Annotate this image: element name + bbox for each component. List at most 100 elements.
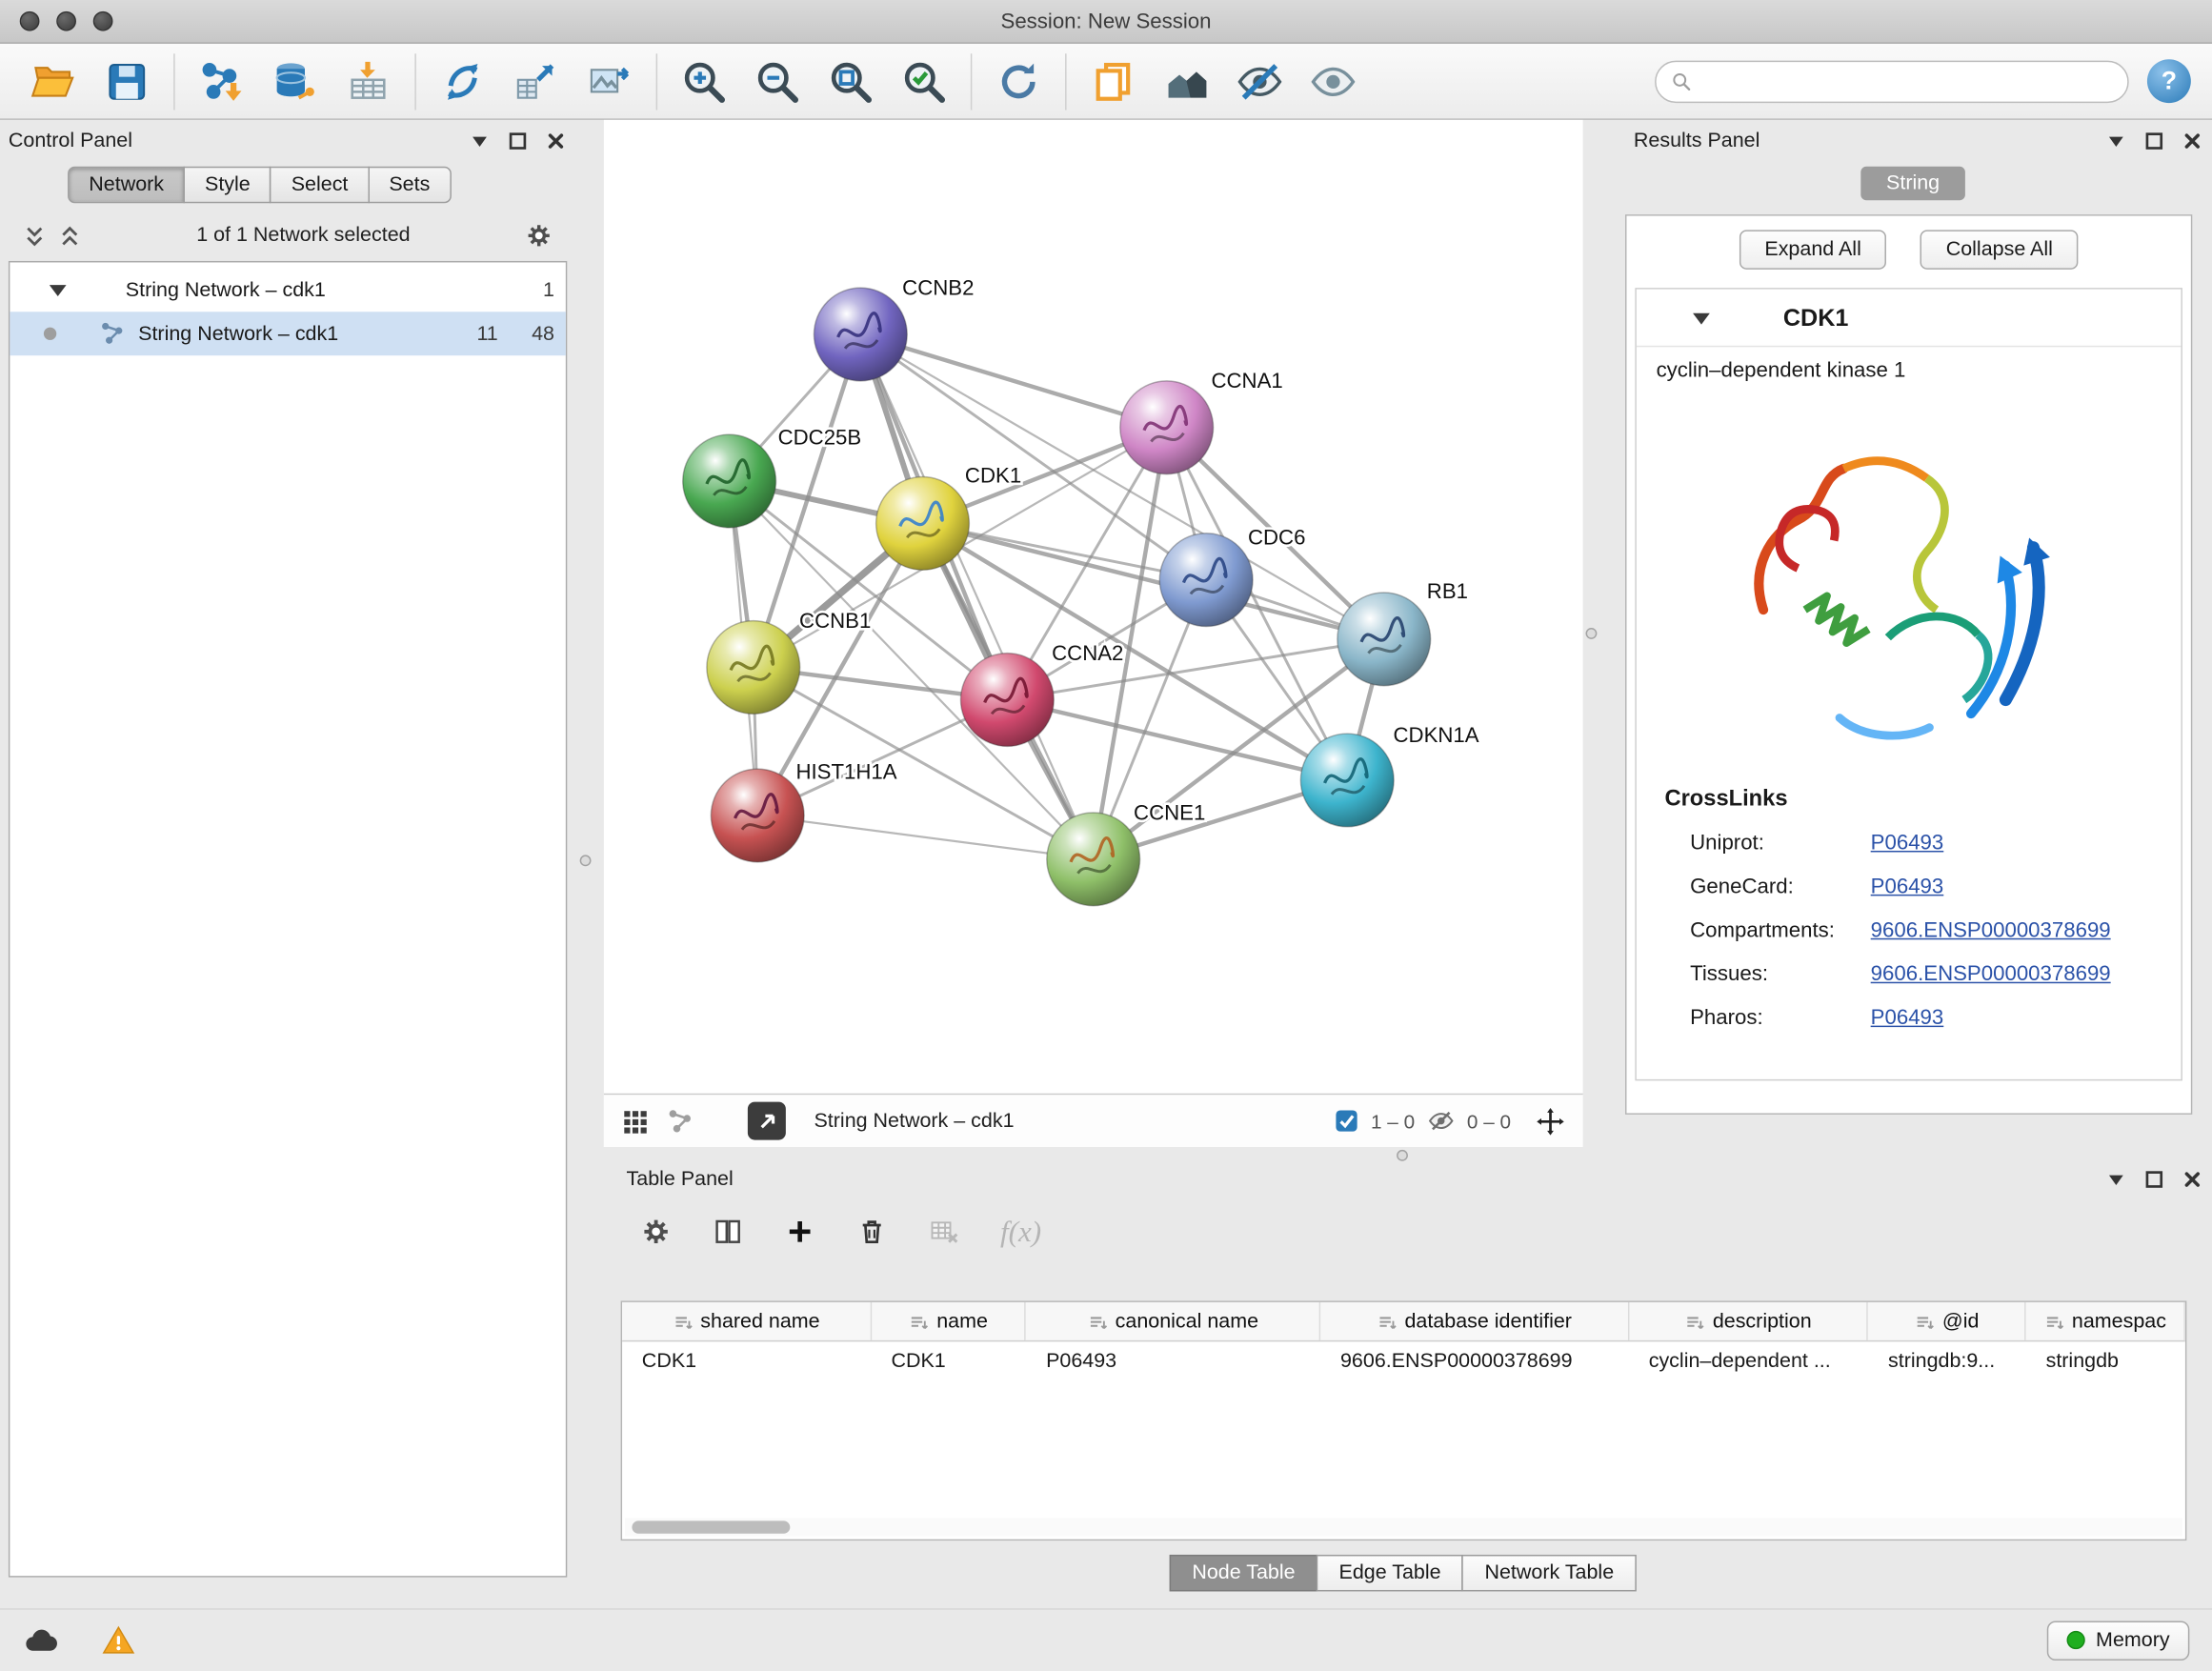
crosslink-value-link[interactable]: P06493: [1871, 875, 1944, 898]
network-node-rb1[interactable]: [1337, 593, 1431, 686]
control-panel-title: Control Panel: [9, 130, 132, 152]
close-window-button[interactable]: [20, 11, 40, 31]
zoom-selected-button[interactable]: [887, 50, 960, 112]
panel-close-icon[interactable]: [545, 130, 568, 152]
column-header-description[interactable]: description: [1629, 1302, 1868, 1340]
gear-icon[interactable]: [525, 222, 553, 251]
crosslink-value-link[interactable]: P06493: [1871, 831, 1944, 855]
cloud-icon[interactable]: [23, 1621, 60, 1659]
import-network-database-button[interactable]: [258, 50, 332, 112]
column-header-name[interactable]: name: [872, 1302, 1027, 1340]
selected-checkbox-icon[interactable]: [1335, 1109, 1358, 1133]
network-node-ccne1[interactable]: [1047, 813, 1140, 906]
help-button[interactable]: ?: [2147, 59, 2191, 103]
add-button[interactable]: [784, 1217, 815, 1248]
eye-button[interactable]: [1297, 50, 1370, 112]
save-session-button[interactable]: [90, 50, 164, 112]
panel-close-icon[interactable]: [2181, 130, 2203, 152]
delete-table-button[interactable]: [928, 1217, 959, 1248]
network-node-ccna1[interactable]: [1120, 381, 1214, 474]
grid-icon[interactable]: [621, 1107, 650, 1136]
import-network-button[interactable]: [185, 50, 258, 112]
column-header-canonical-name[interactable]: canonical name: [1026, 1302, 1320, 1340]
open-window-button[interactable]: [748, 1102, 786, 1140]
crosslink-value-link[interactable]: 9606.ENSP00000378699: [1871, 918, 2111, 942]
right-splitter-grip[interactable]: [1586, 628, 1598, 639]
warning-icon[interactable]: [102, 1623, 136, 1658]
tab-edge-table[interactable]: Edge Table: [1317, 1555, 1463, 1592]
network-from-selection-button[interactable]: [499, 50, 573, 112]
move-icon[interactable]: [1535, 1105, 1566, 1137]
left-splitter-grip[interactable]: [580, 855, 592, 866]
network-node-ccnb2[interactable]: [814, 288, 907, 381]
double-chevron-down-icon[interactable]: [23, 224, 47, 248]
panel-collapse-icon[interactable]: [2105, 130, 2128, 152]
column-header--id[interactable]: @id: [1868, 1302, 2026, 1340]
network-node-ccna2[interactable]: [960, 654, 1054, 747]
hidden-eye-icon[interactable]: [1427, 1108, 1454, 1135]
crosslink-value-link[interactable]: P06493: [1871, 1006, 1944, 1030]
network-node-cdc6[interactable]: [1159, 534, 1253, 627]
columns-button[interactable]: [713, 1217, 744, 1248]
network-edge[interactable]: [757, 815, 1093, 859]
panel-float-icon[interactable]: [2142, 130, 2165, 152]
column-header-namespac[interactable]: namespac: [2026, 1302, 2185, 1340]
tree-expander-icon[interactable]: [50, 284, 67, 295]
gear-button[interactable]: [640, 1217, 672, 1248]
copy-document-button[interactable]: [1076, 50, 1150, 112]
open-file-button[interactable]: [17, 50, 90, 112]
panel-close-icon[interactable]: [2181, 1168, 2203, 1191]
network-node-cdkn1a[interactable]: [1300, 734, 1394, 827]
table-row[interactable]: CDK1CDK1P064939606.ENSP00000378699cyclin…: [622, 1341, 2185, 1380]
new-network-button[interactable]: [426, 50, 499, 112]
column-header-database-identifier[interactable]: database identifier: [1320, 1302, 1629, 1340]
panel-collapse-icon[interactable]: [469, 130, 492, 152]
tab-network-table[interactable]: Network Table: [1462, 1555, 1637, 1592]
table-cell: stringdb:9...: [1868, 1341, 2026, 1380]
search-box[interactable]: [1655, 60, 2129, 102]
entry-collapse-icon[interactable]: [1693, 313, 1710, 325]
collapse-all-button[interactable]: Collapse All: [1920, 230, 2079, 269]
bottom-splitter-grip[interactable]: [1397, 1150, 1408, 1161]
trash-button[interactable]: [856, 1217, 888, 1248]
zoom-fit-button[interactable]: [814, 50, 887, 112]
memory-button[interactable]: Memory: [2046, 1621, 2189, 1660]
tab-style[interactable]: Style: [184, 167, 271, 204]
fx-button[interactable]: f(x): [1000, 1214, 1041, 1249]
import-table-button[interactable]: [332, 50, 405, 112]
maximize-window-button[interactable]: [93, 11, 113, 31]
network-node-cdc25b[interactable]: [683, 434, 776, 528]
network-edge-count: 48: [498, 322, 554, 345]
panel-float-icon[interactable]: [507, 130, 530, 152]
tab-network[interactable]: Network: [68, 167, 185, 204]
network-canvas[interactable]: CCNB2CCNA1CDC25BCDK1CDC6RB1CCNB1CCNA2CDK…: [604, 120, 1583, 1094]
search-input[interactable]: [1702, 70, 2113, 92]
minimize-window-button[interactable]: [56, 11, 76, 31]
panel-float-icon[interactable]: [2142, 1168, 2165, 1191]
network-edge[interactable]: [1007, 700, 1347, 780]
tab-sets[interactable]: Sets: [368, 167, 451, 204]
houses-button[interactable]: [1150, 50, 1223, 112]
tab-string[interactable]: String: [1860, 167, 1964, 201]
tab-select[interactable]: Select: [270, 167, 369, 204]
export-image-button[interactable]: [573, 50, 646, 112]
horizontal-scrollbar-thumb[interactable]: [632, 1520, 790, 1533]
crosslink-value-link[interactable]: 9606.ENSP00000378699: [1871, 962, 2111, 986]
network-collection-row[interactable]: String Network – cdk1 1: [10, 268, 565, 312]
expand-all-button[interactable]: Expand All: [1739, 230, 1887, 269]
eye-slash-button[interactable]: [1223, 50, 1297, 112]
network-node-ccnb1[interactable]: [707, 621, 800, 715]
network-node-hist1h1a[interactable]: [711, 769, 804, 862]
refresh-button[interactable]: [982, 50, 1056, 112]
network-edge[interactable]: [860, 334, 1166, 428]
birdseye-icon[interactable]: [666, 1107, 694, 1136]
column-header-shared-name[interactable]: shared name: [622, 1302, 872, 1340]
double-chevron-up-icon[interactable]: [58, 224, 82, 248]
panel-collapse-icon[interactable]: [2105, 1168, 2128, 1191]
network-row[interactable]: String Network – cdk1 11 48: [10, 312, 565, 355]
tab-node-table[interactable]: Node Table: [1170, 1555, 1318, 1592]
protein-entry-header[interactable]: CDK1: [1637, 290, 2182, 348]
network-node-cdk1[interactable]: [876, 477, 970, 571]
zoom-out-button[interactable]: [740, 50, 814, 112]
zoom-in-button[interactable]: [667, 50, 740, 112]
